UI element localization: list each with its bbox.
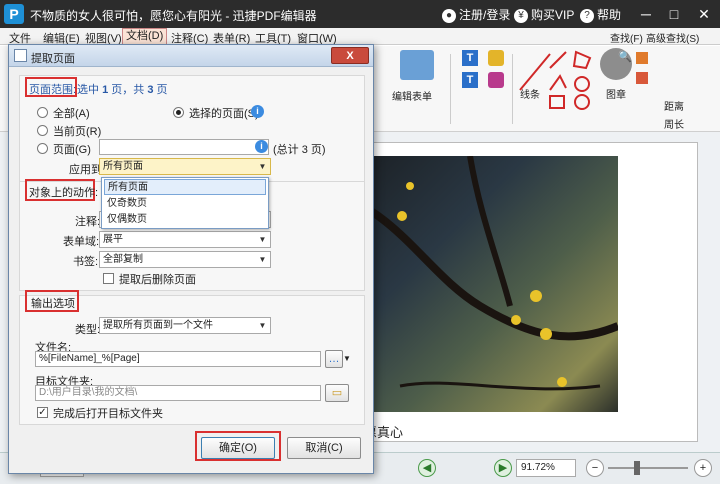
dialog-icon (14, 49, 27, 62)
lines-label-visible: 线条 (520, 90, 540, 101)
find-button[interactable]: 查找(F) (610, 30, 643, 45)
actions-label: 对象上的动作: (29, 187, 99, 199)
edit-form-label: 编辑表单 (392, 92, 432, 103)
text-box-icon[interactable]: T (462, 72, 478, 88)
zoom-out-icon[interactable]: − (586, 459, 604, 477)
pages-input[interactable] (99, 139, 269, 155)
zoom-slider-handle[interactable] (634, 461, 640, 475)
dialog-title: 提取页面 (31, 53, 75, 65)
form-fields-label: 表单域: (63, 236, 100, 248)
zoom-select[interactable]: 91.72% (516, 459, 576, 477)
apply-option-even[interactable]: 仅偶数页 (104, 212, 266, 228)
perimeter-label[interactable]: 周长 (664, 116, 684, 131)
window-title: 不物质的女人很可怕，愿您心有阳光 - 迅捷PDF编辑器 (30, 9, 317, 23)
plum-branch-image (338, 155, 620, 391)
type-value: 提取所有页面到一个文件 (103, 320, 213, 331)
search-icon: 🔍 (618, 51, 632, 63)
current-page-radio[interactable] (37, 125, 48, 136)
filename-macro-button[interactable]: … (325, 350, 343, 368)
close-window-button[interactable]: ✕ (694, 4, 714, 24)
zoom-slider[interactable] (608, 467, 688, 469)
toolbar-divider (512, 54, 513, 124)
maximize-button[interactable]: □ (664, 4, 684, 24)
dialog-title-bar: 提取页面 X (9, 45, 373, 67)
prev-view-icon[interactable]: ◀ (418, 459, 436, 477)
menu-document[interactable]: 文档(D) (122, 28, 168, 45)
chevron-down-icon: ▼ (258, 321, 267, 330)
title-bar: P 不物质的女人很可怕，愿您心有阳光 - 迅捷PDF编辑器 ● 注册/登录 ¥ 购买… (0, 0, 720, 28)
folder-input[interactable]: D:\用户目录\我的文档\ (35, 385, 321, 401)
vip-label: 购买VIP (531, 8, 575, 22)
extract-pages-dialog: 提取页面 X 页面范围: 选中 1 页，共 3 页 全部(A) 选择的页面(S)… (8, 44, 374, 474)
type-label: 类型: (75, 324, 101, 336)
output-label: 输出选项 (31, 298, 75, 310)
apply-option-odd[interactable]: 仅奇数页 (104, 196, 266, 212)
minimize-button[interactable]: ─ (636, 4, 656, 24)
selected-pages-label: 选择的页面(S) (189, 108, 259, 120)
help-icon: ? (580, 8, 594, 23)
toolbar-divider (450, 54, 451, 124)
page-range-summary: 选中 1 页，共 3 页 (77, 84, 168, 96)
ok-button[interactable]: 确定(O) (201, 437, 275, 459)
attach-icon[interactable] (488, 50, 504, 66)
help-link[interactable]: ? 帮助 (580, 6, 621, 23)
open-folder-checkbox[interactable]: ✓ (37, 407, 48, 418)
app-logo-icon: P (4, 4, 24, 24)
pages-label: 页面(G) (53, 144, 91, 156)
bookmarks-select[interactable]: 全部复制 ▼ (99, 251, 271, 268)
text-tool-icon[interactable]: T (462, 50, 478, 66)
highlighter-icon[interactable] (636, 72, 648, 84)
advanced-find-button[interactable]: 高级查找(S) (646, 30, 699, 45)
chevron-down-icon: ▼ (258, 235, 267, 244)
chevron-down-icon[interactable]: ▼ (343, 354, 351, 363)
help-label: 帮助 (597, 8, 622, 22)
all-radio[interactable] (37, 107, 48, 118)
login-link[interactable]: ● 注册/登录 (442, 6, 510, 23)
all-label: 全部(A) (53, 108, 90, 120)
form-fields-select[interactable]: 展平 ▼ (99, 231, 271, 248)
page-photo (338, 155, 620, 412)
info-icon[interactable]: i (251, 105, 264, 118)
next-view-icon[interactable]: ▶ (494, 459, 512, 477)
annotations-label: 注释: (75, 216, 101, 228)
browse-folder-icon[interactable]: ▭ (325, 384, 349, 402)
distance-label[interactable]: 距离 (664, 98, 684, 113)
find-label: 查找(F) (610, 34, 643, 45)
filename-input[interactable]: %[FileName]_%[Page] (35, 351, 321, 367)
sound-icon[interactable] (488, 72, 504, 88)
apply-to-value: 所有页面 (103, 161, 143, 172)
bookmarks-value: 全部复制 (103, 254, 143, 265)
eraser-icon[interactable] (636, 52, 648, 64)
cancel-button[interactable]: 取消(C) (287, 437, 361, 459)
pages-radio[interactable] (37, 143, 48, 154)
delete-after-checkbox[interactable] (103, 273, 114, 284)
chevron-down-icon: ▼ (258, 162, 267, 171)
yen-icon: ¥ (514, 8, 528, 23)
apply-to-select[interactable]: 所有页面 ▼ (99, 158, 271, 175)
login-label: 注册/登录 (459, 8, 511, 22)
total-note: (总计 3 页) (273, 144, 326, 156)
advanced-find-label: 高级查找(S) (646, 34, 700, 45)
form-fields-value: 展平 (103, 234, 123, 245)
selected-pages-radio[interactable] (173, 107, 184, 118)
apply-to-dropdown-list: 所有页面 仅奇数页 仅偶数页 (101, 177, 269, 229)
chevron-down-icon: ▼ (258, 255, 267, 264)
bookmarks-label: 书签: (73, 256, 99, 268)
stamp-label: 图章 (606, 90, 626, 101)
apply-option-all[interactable]: 所有页面 (104, 179, 266, 195)
user-icon: ● (442, 8, 456, 23)
current-page-label: 当前页(R) (53, 126, 102, 138)
edit-form-icon[interactable] (400, 50, 434, 80)
dialog-close-button[interactable]: X (331, 47, 369, 64)
type-select[interactable]: 提取所有页面到一个文件 ▼ (99, 317, 271, 334)
open-folder-label: 完成后打开目标文件夹 (53, 408, 163, 420)
delete-after-label: 提取后删除页面 (119, 274, 196, 286)
pages-info-icon[interactable]: i (255, 140, 268, 153)
vip-link[interactable]: ¥ 购买VIP (514, 6, 574, 23)
zoom-in-icon[interactable]: + (694, 459, 712, 477)
search-button[interactable]: 🔍 (618, 50, 632, 63)
page-range-label: 页面范围: (29, 84, 77, 96)
shape-tools-icon[interactable] (546, 50, 594, 114)
